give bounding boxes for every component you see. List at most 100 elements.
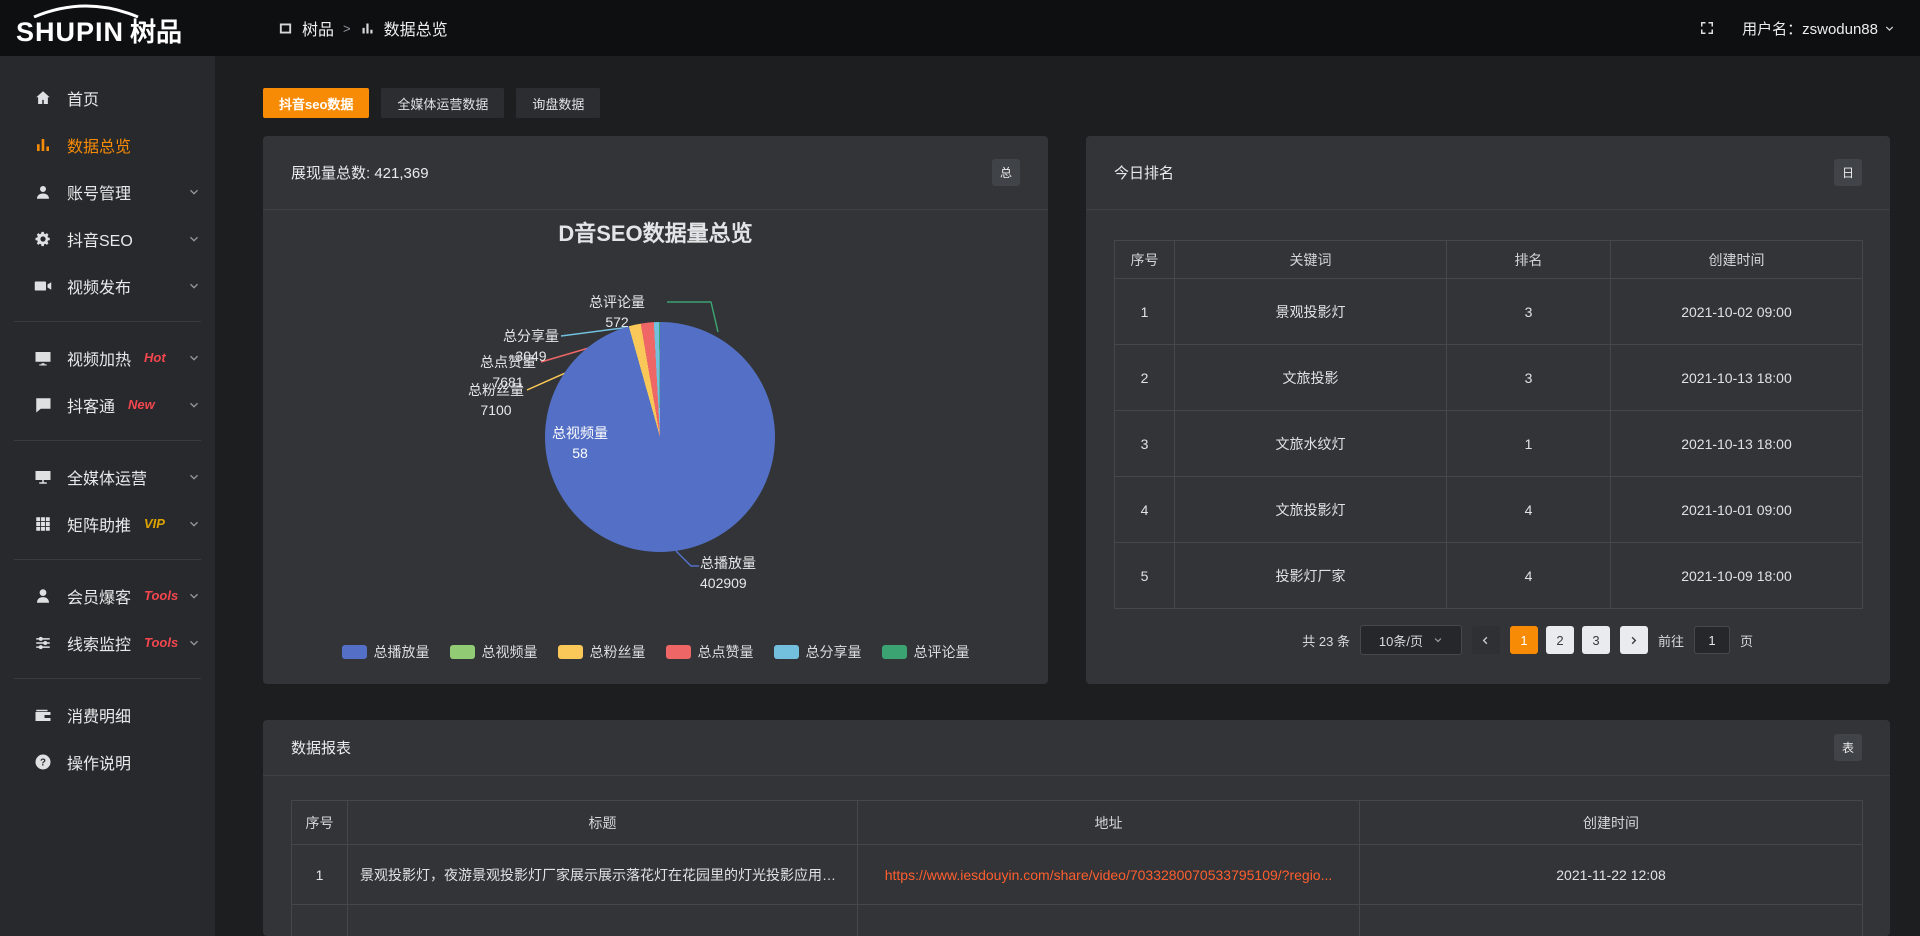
table-cell xyxy=(348,905,858,936)
chart-title: D音SEO数据量总览 xyxy=(263,216,1048,248)
total-count-label: 共 23 条 xyxy=(1302,631,1350,650)
ranking-panel-title: 今日排名 xyxy=(1114,162,1174,183)
legend-swatch xyxy=(450,645,475,659)
sliders-icon xyxy=(34,634,52,652)
tab-1[interactable]: 全媒体运营数据 xyxy=(381,88,504,118)
overview-panel: 展现量总数: 421,369 总 D音SEO数据量总览 总评论量 572 总分享… xyxy=(263,136,1048,684)
overview-total-label: 展现量总数: 421,369 xyxy=(291,162,429,183)
sidebar-item-badge: Hot xyxy=(144,350,166,365)
table-row: 1景观投影灯，夜游景观投影灯厂家展示展示落花灯在花园里的灯光投影应用效果 #ht… xyxy=(292,845,1863,905)
breadcrumb-separator: > xyxy=(343,21,351,36)
table-cell: 4 xyxy=(1447,543,1611,609)
table-cell: 1 xyxy=(1447,411,1611,477)
legend-swatch xyxy=(882,645,907,659)
page-button-3[interactable]: 3 xyxy=(1582,626,1610,654)
table-cell: 文旅投影灯 xyxy=(1175,477,1447,543)
ranking-table: 序号关键词排名创建时间1景观投影灯32021-10-02 09:002文旅投影3… xyxy=(1114,240,1863,609)
column-header: 创建时间 xyxy=(1611,241,1863,279)
sidebar-item-consume-detail[interactable]: 消费明细 xyxy=(0,691,215,738)
tab-2[interactable]: 询盘数据 xyxy=(516,88,600,118)
ranking-badge-button[interactable]: 日 xyxy=(1834,159,1862,186)
legend-swatch xyxy=(774,645,799,659)
chevron-down-icon xyxy=(188,637,200,649)
gear-icon xyxy=(34,230,52,248)
table-cell: 2021-10-02 09:00 xyxy=(1611,279,1863,345)
page-size-select[interactable]: 10条/页 xyxy=(1360,625,1462,655)
video-icon xyxy=(34,277,52,295)
app-window-icon xyxy=(278,21,293,36)
logo[interactable]: SHUPIN树品 xyxy=(0,0,215,56)
sidebar-item-label: 消费明细 xyxy=(67,703,131,727)
goto-page-input[interactable] xyxy=(1694,626,1730,654)
user-icon xyxy=(34,183,52,201)
table-cell: 3 xyxy=(1447,345,1611,411)
breadcrumb-root[interactable]: 树品 xyxy=(302,16,334,40)
sidebar-item-matrix-boost[interactable]: 矩阵助推VIP xyxy=(0,500,215,547)
chevron-down-icon xyxy=(188,518,200,530)
sidebar-item-label: 视频加热 xyxy=(67,346,131,370)
page-button-2[interactable]: 2 xyxy=(1546,626,1574,654)
sidebar-item-badge: New xyxy=(128,397,155,412)
tab-0[interactable]: 抖音seo数据 xyxy=(263,88,369,118)
table-row: 3文旅水纹灯12021-10-13 18:00 xyxy=(1115,411,1863,477)
column-header: 序号 xyxy=(1115,241,1175,279)
prev-page-button[interactable] xyxy=(1472,626,1500,654)
sidebar-item-member-burst[interactable]: 会员爆客Tools xyxy=(0,572,215,619)
pie-label-comments: 总评论量 572 xyxy=(567,292,667,332)
sidebar-item-video-heat[interactable]: 视频加热 Hot xyxy=(0,334,215,381)
sidebar-item-data-overview[interactable]: 数据总览 xyxy=(0,121,215,168)
heat-icon xyxy=(34,349,52,367)
table-cell: 景观投影灯 xyxy=(1175,279,1447,345)
legend-item-2[interactable]: 总粉丝量 xyxy=(558,642,646,662)
sidebar-item-omni-media[interactable]: 全媒体运营 xyxy=(0,453,215,500)
sidebar-item-douketong[interactable]: 抖客通New xyxy=(0,381,215,428)
monitor-icon xyxy=(34,468,52,486)
sidebar-item-label: 账号管理 xyxy=(67,180,131,204)
table-cell: 文旅投影 xyxy=(1175,345,1447,411)
chevron-down-icon xyxy=(188,233,200,245)
table-header-row: 序号标题地址创建时间 xyxy=(292,801,1863,845)
sidebar-item-label: 视频发布 xyxy=(67,274,131,298)
legend-item-0[interactable]: 总播放量 xyxy=(342,642,430,662)
legend-item-4[interactable]: 总分享量 xyxy=(774,642,862,662)
video-link[interactable]: https://www.iesdouyin.com/share/video/70… xyxy=(858,845,1360,905)
table-row: 4文旅投影灯42021-10-01 09:00 xyxy=(1115,477,1863,543)
user-menu[interactable]: 用户名：zswodun88 xyxy=(1742,18,1895,39)
legend-item-5[interactable]: 总评论量 xyxy=(882,642,970,662)
legend-label: 总播放量 xyxy=(374,642,430,662)
column-header: 地址 xyxy=(858,801,1360,845)
fullscreen-icon[interactable] xyxy=(1698,19,1716,37)
table-cell: 景观投影灯，夜游景观投影灯厂家展示展示落花灯在花园里的灯光投影应用效果 # xyxy=(348,845,858,905)
next-page-button[interactable] xyxy=(1620,626,1648,654)
report-badge-button[interactable]: 表 xyxy=(1834,734,1862,761)
legend-label: 总点赞量 xyxy=(698,642,754,662)
sidebar-item-video-publish[interactable]: 视频发布 xyxy=(0,262,215,309)
table-cell xyxy=(1360,905,1863,936)
pie-label-fans: 总粉丝量 7100 xyxy=(446,380,546,420)
sidebar-item-home[interactable]: 首页 xyxy=(0,74,215,121)
overview-badge-button[interactable]: 总 xyxy=(992,159,1020,186)
chat-icon xyxy=(34,396,52,414)
column-header: 关键词 xyxy=(1175,241,1447,279)
page-button-1[interactable]: 1 xyxy=(1510,626,1538,654)
sidebar-item-operation-guide[interactable]: ?操作说明 xyxy=(0,738,215,785)
svg-text:?: ? xyxy=(40,757,46,768)
table-cell: 1 xyxy=(292,845,348,905)
legend-swatch xyxy=(666,645,691,659)
table-cell: 4 xyxy=(1115,477,1175,543)
chart-icon xyxy=(34,136,52,154)
home-icon xyxy=(34,89,52,107)
table-header-row: 序号关键词排名创建时间 xyxy=(1115,241,1863,279)
sidebar-item-account[interactable]: 账号管理 xyxy=(0,168,215,215)
logo-text-en: SHUPIN xyxy=(16,17,124,47)
sidebar-item-label: 矩阵助推 xyxy=(67,512,131,536)
sidebar-item-douyin-seo[interactable]: 抖音SEO xyxy=(0,215,215,262)
breadcrumb-current[interactable]: 数据总览 xyxy=(384,16,448,40)
sidebar-divider xyxy=(14,440,201,441)
table-cell xyxy=(292,905,348,936)
sidebar-item-leads-monitor[interactable]: 线索监控Tools xyxy=(0,619,215,666)
table-cell: 2021-10-13 18:00 xyxy=(1611,411,1863,477)
legend-item-1[interactable]: 总视频量 xyxy=(450,642,538,662)
legend-item-3[interactable]: 总点赞量 xyxy=(666,642,754,662)
column-header: 标题 xyxy=(348,801,858,845)
